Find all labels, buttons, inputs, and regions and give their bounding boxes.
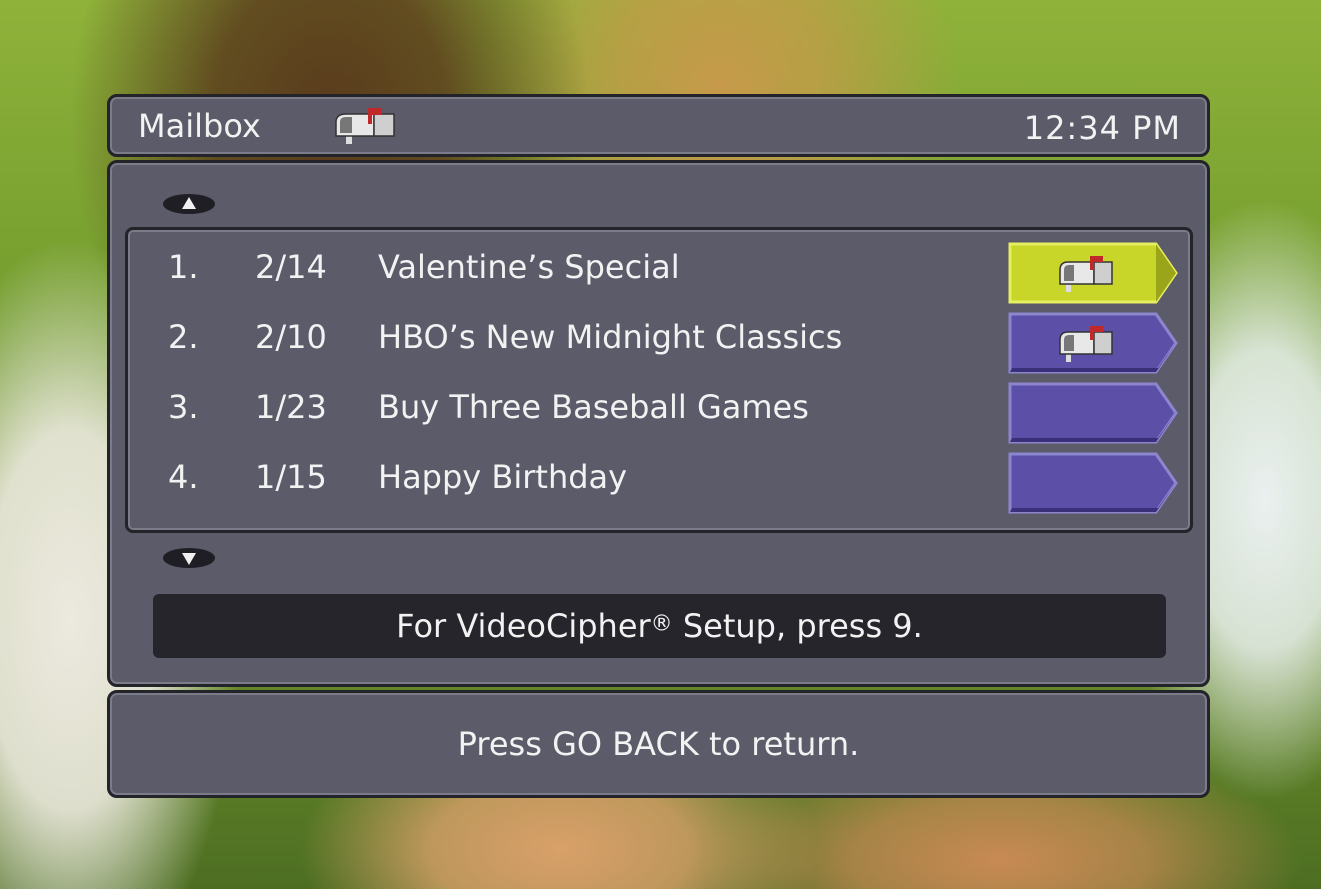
item-subject: Happy Birthday	[378, 458, 628, 496]
item-number: 1.	[168, 248, 199, 286]
item-number: 3.	[168, 388, 199, 426]
item-date: 2/10	[255, 318, 327, 356]
item-subject: Valentine’s Special	[378, 248, 680, 286]
arrow-up-icon[interactable]	[162, 193, 216, 215]
go-back-hint: Press GO BACK to return.	[457, 725, 860, 763]
list-item[interactable]: 3. 1/23 Buy Three Baseball Games	[128, 378, 1190, 448]
arrow-down-icon[interactable]	[162, 547, 216, 569]
open-message-button[interactable]	[1008, 452, 1178, 514]
item-date: 1/15	[255, 458, 327, 496]
item-date: 1/23	[255, 388, 327, 426]
item-date: 2/14	[255, 248, 327, 286]
page-title: Mailbox	[138, 107, 261, 145]
footer-bar: Press GO BACK to return.	[107, 690, 1210, 798]
mail-list-panel: 1. 2/14 Valentine’s Special 2. 2/10 HBO’…	[107, 160, 1210, 687]
open-message-button[interactable]	[1008, 242, 1178, 304]
open-message-button[interactable]	[1008, 312, 1178, 374]
registered-mark: ®	[650, 611, 673, 637]
info-bar: For VideoCipher® Setup, press 9.	[153, 594, 1166, 658]
clock: 12:34 PM	[1023, 109, 1181, 147]
header-bar: Mailbox 12:34 PM	[107, 94, 1210, 157]
list-item[interactable]: 2. 2/10 HBO’s New Midnight Classics	[128, 308, 1190, 378]
item-subject: HBO’s New Midnight Classics	[378, 318, 843, 356]
item-subject: Buy Three Baseball Games	[378, 388, 809, 426]
message-list: 1. 2/14 Valentine’s Special 2. 2/10 HBO’…	[125, 227, 1193, 533]
mailbox-icon	[335, 108, 395, 144]
item-number: 2.	[168, 318, 199, 356]
list-item[interactable]: 1. 2/14 Valentine’s Special	[128, 238, 1190, 308]
list-item[interactable]: 4. 1/15 Happy Birthday	[128, 448, 1190, 518]
item-number: 4.	[168, 458, 199, 496]
open-message-button[interactable]	[1008, 382, 1178, 444]
info-text-prefix: For VideoCipher	[396, 607, 651, 645]
info-text-suffix: Setup, press 9.	[672, 607, 923, 645]
